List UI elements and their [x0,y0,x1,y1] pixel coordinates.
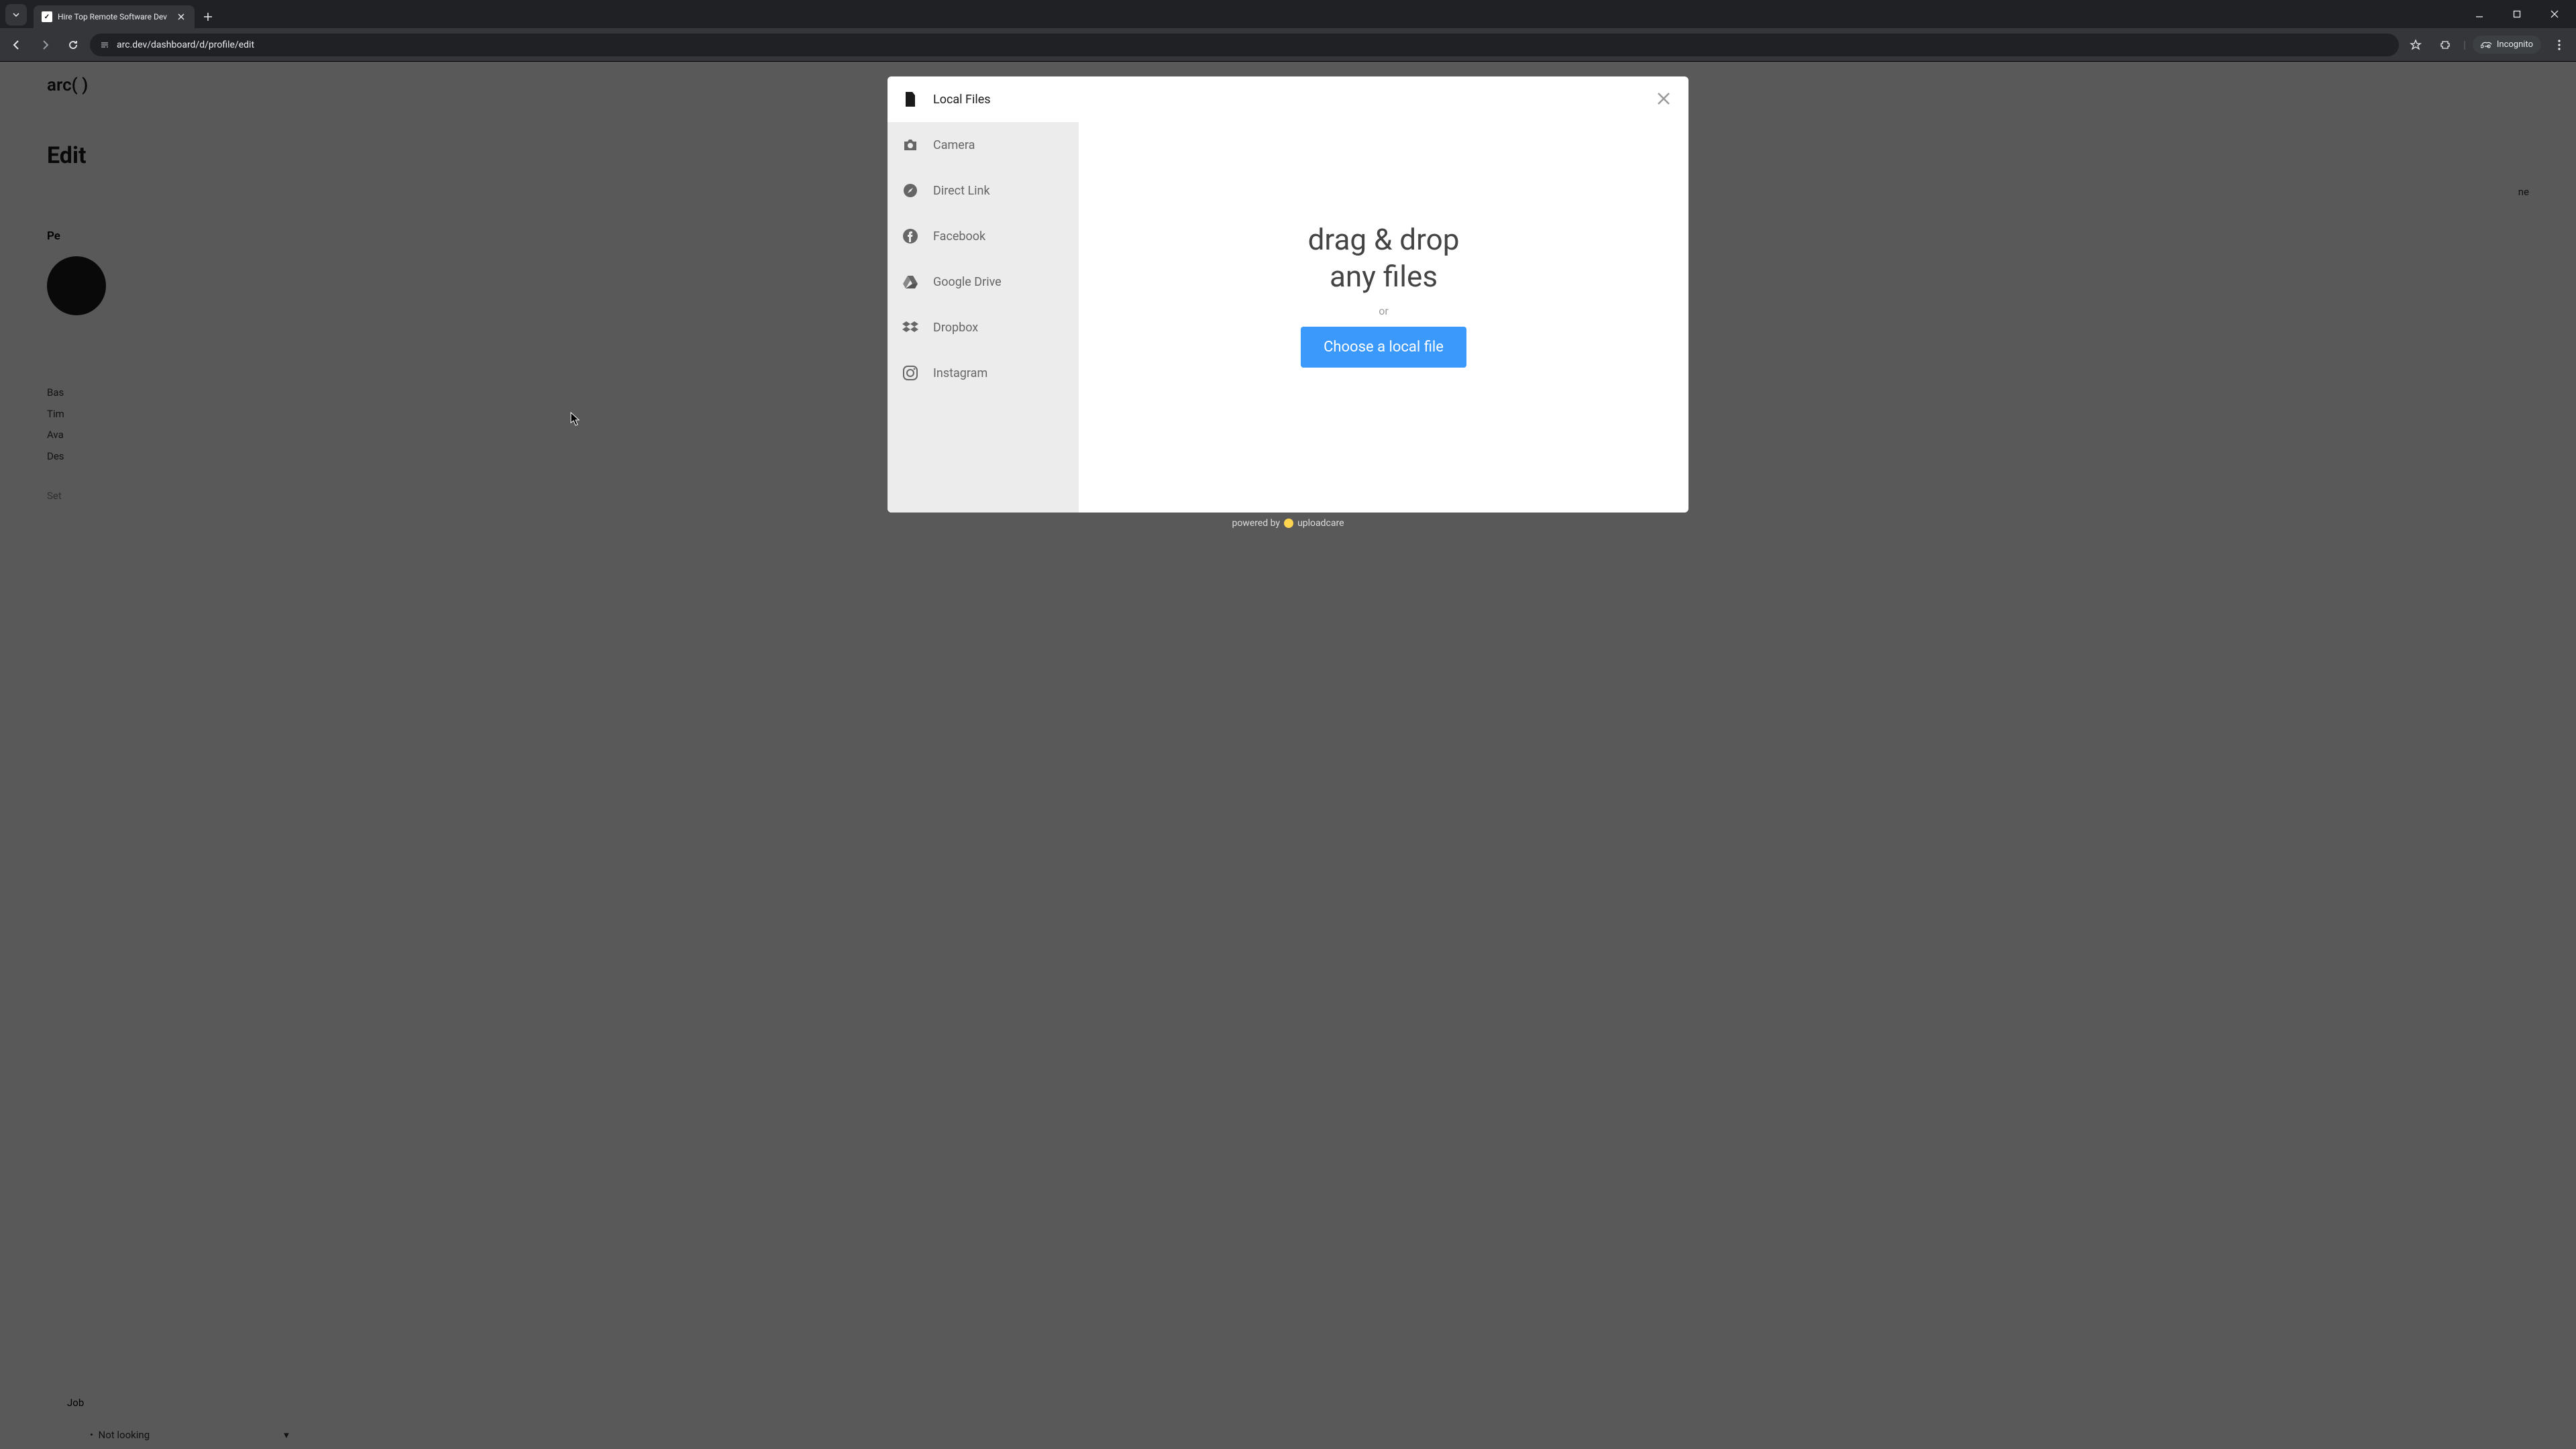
bookmark-star-icon[interactable] [2404,34,2427,56]
powered-by-text: powered by [1232,518,1280,529]
extensions-icon[interactable] [2434,34,2457,56]
upload-drop-zone[interactable]: drag & drop any files or Choose a local … [1079,76,1688,513]
url-text: arc.dev/dashboard/d/profile/edit [117,40,254,50]
or-separator: or [1379,305,1389,317]
facebook-icon [902,228,918,244]
choose-local-file-button[interactable]: Choose a local file [1301,327,1466,368]
forward-button[interactable] [34,34,56,56]
mouse-cursor [570,412,581,427]
window-close-button[interactable] [2540,4,2569,24]
browser-menu-icon[interactable] [2548,34,2571,56]
source-label: Google Drive [933,275,1002,289]
reload-button[interactable] [62,34,85,56]
tab-title: Hire Top Remote Software Dev [58,12,170,21]
source-label: Local Files [933,93,991,107]
source-label: Dropbox [933,321,978,335]
source-label: Instagram [933,366,987,380]
uploadcare-logo-icon [1284,519,1293,528]
back-button[interactable] [5,34,28,56]
dropbox-icon [902,319,918,335]
new-tab-button[interactable] [199,7,217,26]
camera-icon [902,137,918,153]
uploadcare-brand: uploadcare [1297,518,1344,529]
tab-search-dropdown[interactable] [5,4,27,25]
file-icon [902,91,918,107]
upload-modal: Local Files Camera Direc [888,76,1688,513]
powered-by-footer[interactable]: powered by uploadcare [1232,518,1344,529]
site-info-icon[interactable] [99,40,110,50]
upload-source-sidebar: Local Files Camera Direc [888,76,1079,513]
drop-instruction: drag & drop any files [1308,221,1460,295]
incognito-icon [2481,41,2493,49]
incognito-label: Incognito [2497,40,2533,50]
window-minimize-button[interactable] [2465,4,2494,24]
modal-close-button[interactable] [1651,86,1676,111]
tab-close-icon[interactable] [176,11,186,22]
browser-tab[interactable]: ✓ Hire Top Remote Software Dev [34,5,195,28]
tab-favicon: ✓ [42,11,52,22]
window-maximize-button[interactable] [2502,4,2532,24]
source-instagram[interactable]: Instagram [888,350,1079,396]
source-label: Facebook [933,229,985,244]
modal-overlay[interactable]: Local Files Camera Direc [0,62,2576,1449]
address-bar[interactable]: arc.dev/dashboard/d/profile/edit [90,34,2399,56]
source-label: Direct Link [933,184,990,198]
source-camera[interactable]: Camera [888,122,1079,168]
source-label: Camera [933,138,975,152]
source-direct-link[interactable]: Direct Link [888,168,1079,213]
source-local-files[interactable]: Local Files [888,76,1079,122]
source-google-drive[interactable]: Google Drive [888,259,1079,305]
google-drive-icon [902,274,918,290]
instagram-icon [902,365,918,381]
incognito-badge[interactable]: Incognito [2473,36,2541,54]
source-dropbox[interactable]: Dropbox [888,305,1079,350]
compass-icon [902,182,918,199]
source-facebook[interactable]: Facebook [888,213,1079,259]
